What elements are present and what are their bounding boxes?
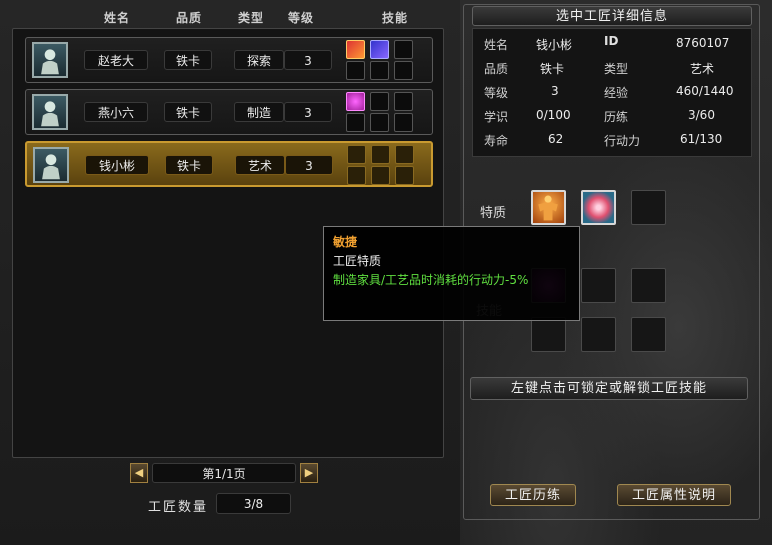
artisan-row[interactable]: 燕小六 铁卡 制造 3 [25, 89, 433, 135]
skill-slot-empty[interactable] [347, 166, 366, 185]
tooltip-title: 敏捷 [333, 235, 358, 249]
info-value-quality: 铁卡 [540, 62, 565, 76]
artisan-avatar [32, 94, 68, 130]
column-header-skills: 技能 [382, 11, 409, 25]
skill-slot-empty[interactable] [370, 61, 389, 80]
skill-orb-icon[interactable] [346, 92, 365, 111]
skill-slot-empty[interactable] [371, 145, 390, 164]
skill-slot-empty[interactable] [394, 113, 413, 132]
artisan-name: 钱小彬 [85, 155, 149, 175]
artisan-level: 3 [285, 155, 333, 175]
skill-slot-empty[interactable] [581, 268, 616, 303]
artisan-type: 制造 [234, 102, 284, 122]
trait-slot-empty[interactable] [631, 190, 666, 225]
info-label: 类型 [604, 62, 629, 76]
skill-slot-empty[interactable] [631, 317, 666, 352]
skill-magic-icon[interactable] [370, 40, 389, 59]
artisan-portrait-icon [41, 49, 59, 75]
artisan-quality: 铁卡 [165, 155, 213, 175]
info-value-name: 钱小彬 [536, 38, 573, 52]
skill-slot-empty[interactable] [370, 113, 389, 132]
artisan-quality: 铁卡 [164, 102, 212, 122]
artisan-quality: 铁卡 [164, 50, 212, 70]
artisan-count-label: 工匠数量 [148, 500, 209, 515]
trait-tooltip: 敏捷 工匠特质 制造家具/工艺品时消耗的行动力-5% [323, 226, 580, 321]
info-value-lifespan: 62 [548, 132, 564, 146]
arrow-left-icon[interactable]: ◀ [130, 463, 148, 483]
artisan-attributes-button[interactable]: 工匠属性说明 [617, 484, 731, 506]
skill-art-icon[interactable] [347, 145, 366, 164]
info-label: 等级 [484, 86, 509, 100]
skill-slot-empty[interactable] [531, 317, 566, 352]
skill-slot-empty[interactable] [395, 145, 414, 164]
column-header-quality: 品质 [176, 11, 203, 25]
artisan-avatar [33, 147, 69, 183]
info-label: 行动力 [604, 134, 641, 148]
info-value-training: 3/60 [688, 108, 715, 122]
trait-agility-icon[interactable] [581, 190, 616, 225]
column-header-name: 姓名 [104, 11, 131, 25]
info-value-level: 3 [551, 84, 559, 98]
info-label: ID [604, 34, 619, 48]
skill-slot-empty[interactable] [394, 40, 413, 59]
skill-slot-empty[interactable] [581, 317, 616, 352]
detail-title: 选中工匠详细信息 [472, 6, 752, 26]
artisan-name: 燕小六 [84, 102, 148, 122]
column-header-level: 等级 [288, 11, 315, 25]
info-value-action: 61/130 [680, 132, 723, 146]
skill-slot-empty[interactable] [394, 92, 413, 111]
info-label: 品质 [484, 62, 509, 76]
info-label: 寿命 [484, 134, 509, 148]
artisan-row-selected[interactable]: 钱小彬 铁卡 艺术 3 [25, 141, 433, 187]
traits-label: 特质 [480, 206, 507, 221]
info-label: 历练 [604, 110, 629, 124]
arrow-right-icon[interactable]: ▶ [300, 463, 318, 483]
skill-lock-hint: 左键点击可锁定或解锁工匠技能 [470, 377, 748, 400]
trait-strength-icon[interactable] [531, 190, 566, 225]
artisan-level: 3 [284, 50, 332, 70]
skill-slot-empty[interactable] [370, 92, 389, 111]
info-label: 学识 [484, 110, 509, 124]
column-header-type: 类型 [238, 11, 265, 25]
tooltip-type: 工匠特质 [333, 254, 382, 268]
tooltip-description: 制造家具/工艺品时消耗的行动力-5% [333, 273, 529, 287]
info-value-exp: 460/1440 [676, 84, 734, 98]
skill-slot-empty[interactable] [394, 61, 413, 80]
artisan-portrait-icon [42, 154, 60, 180]
info-value-id: 8760107 [676, 36, 730, 50]
info-label: 姓名 [484, 38, 509, 52]
artisan-count-value: 3/8 [216, 493, 291, 514]
muscle-figure-icon [538, 195, 558, 221]
skill-slot-empty[interactable] [346, 61, 365, 80]
skill-fire-icon[interactable] [346, 40, 365, 59]
info-label: 经验 [604, 86, 629, 100]
artisan-portrait-icon [41, 101, 59, 127]
artisan-row[interactable]: 赵老大 铁卡 探索 3 [25, 37, 433, 83]
artisan-training-button[interactable]: 工匠历练 [490, 484, 576, 506]
info-value-type: 艺术 [690, 62, 715, 76]
skill-slot-empty[interactable] [631, 268, 666, 303]
artisan-level: 3 [284, 102, 332, 122]
skill-slot-empty[interactable] [346, 113, 365, 132]
artisan-type: 艺术 [235, 155, 285, 175]
skill-slot-empty[interactable] [395, 166, 414, 185]
page-indicator: 第1/1页 [152, 463, 296, 483]
info-value-knowledge: 0/100 [536, 108, 571, 122]
artisan-avatar [32, 42, 68, 78]
skill-slot-empty[interactable] [371, 166, 390, 185]
artisan-type: 探索 [234, 50, 284, 70]
artisan-name: 赵老大 [84, 50, 148, 70]
